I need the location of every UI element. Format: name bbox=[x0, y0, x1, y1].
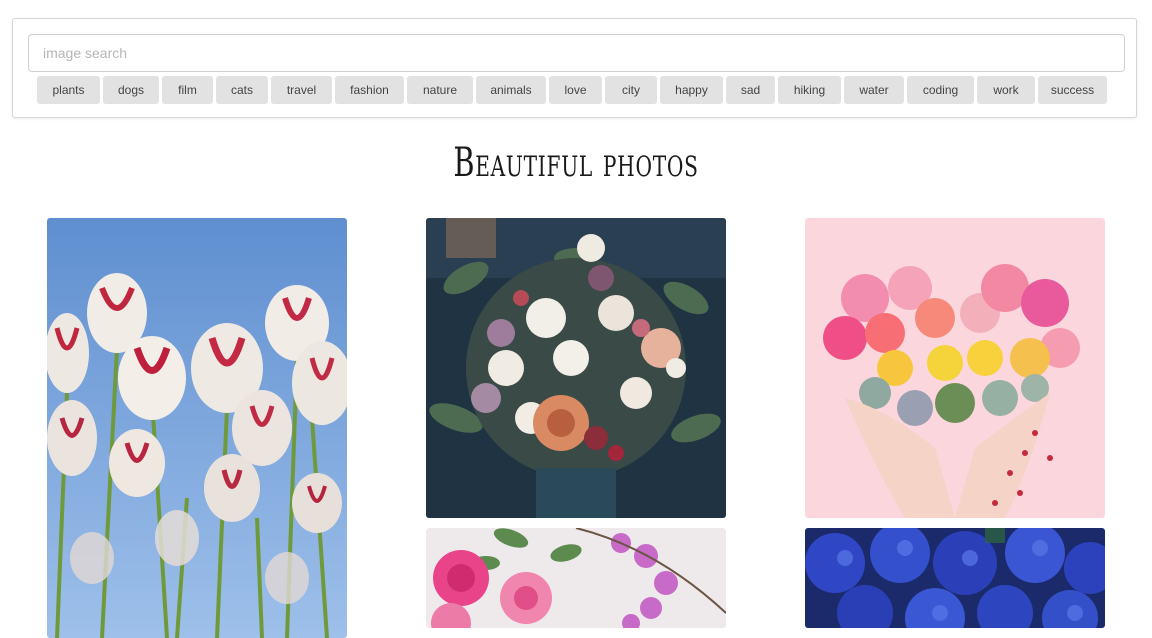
tag-button-city[interactable]: city bbox=[605, 76, 657, 104]
bouquet-icon bbox=[426, 218, 726, 518]
heart-flowers-icon bbox=[805, 218, 1105, 518]
tag-button-nature[interactable]: nature bbox=[407, 76, 473, 104]
hydrangea-icon bbox=[805, 528, 1105, 628]
tag-button-plants[interactable]: plants bbox=[37, 76, 100, 104]
photo-card[interactable] bbox=[805, 528, 1105, 628]
tag-button-hiking[interactable]: hiking bbox=[778, 76, 841, 104]
tag-button-animals[interactable]: animals bbox=[476, 76, 546, 104]
search-panel: plants dogs film cats travel fashion nat… bbox=[12, 18, 1137, 118]
tag-button-work[interactable]: work bbox=[977, 76, 1035, 104]
tag-button-water[interactable]: water bbox=[844, 76, 904, 104]
tag-button-love[interactable]: love bbox=[549, 76, 602, 104]
tulips-icon bbox=[47, 218, 347, 638]
photo-card[interactable] bbox=[426, 528, 726, 628]
tag-button-success[interactable]: success bbox=[1038, 76, 1107, 104]
tag-button-coding[interactable]: coding bbox=[907, 76, 974, 104]
photo-card[interactable] bbox=[426, 218, 726, 518]
tag-list: plants dogs film cats travel fashion nat… bbox=[37, 76, 1107, 104]
page-title: Beautiful photos bbox=[453, 140, 699, 186]
photo-card[interactable] bbox=[805, 218, 1105, 518]
tag-button-sad[interactable]: sad bbox=[726, 76, 775, 104]
photo-card[interactable] bbox=[47, 218, 347, 638]
tag-button-dogs[interactable]: dogs bbox=[103, 76, 159, 104]
search-input[interactable] bbox=[28, 34, 1125, 72]
roses-orchid-icon bbox=[426, 528, 726, 628]
tag-button-film[interactable]: film bbox=[162, 76, 213, 104]
tag-button-fashion[interactable]: fashion bbox=[335, 76, 404, 104]
tag-button-happy[interactable]: happy bbox=[660, 76, 723, 104]
tag-button-travel[interactable]: travel bbox=[271, 76, 332, 104]
tag-button-cats[interactable]: cats bbox=[216, 76, 268, 104]
